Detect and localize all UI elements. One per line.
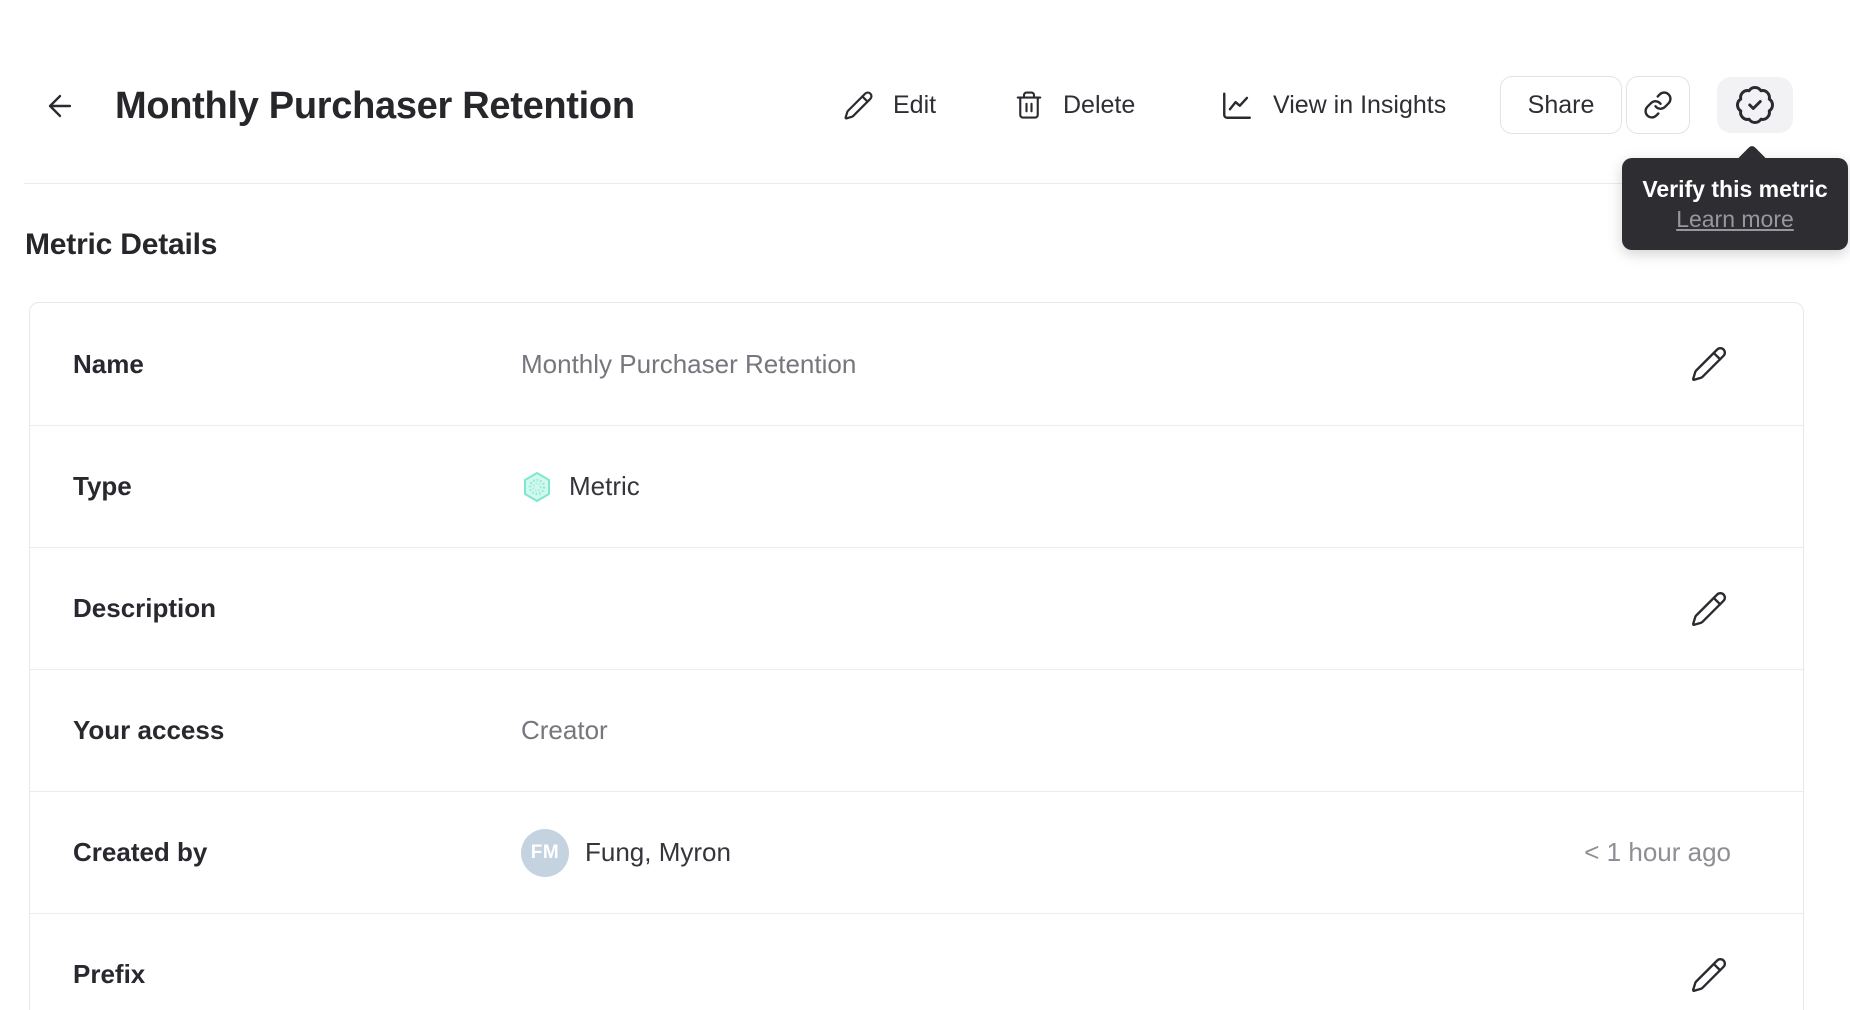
view-in-insights-label: View in Insights bbox=[1273, 90, 1447, 119]
row-value bbox=[521, 585, 1687, 633]
page-title: Monthly Purchaser Retention bbox=[115, 85, 635, 127]
verify-metric-button[interactable] bbox=[1717, 77, 1793, 133]
row-label: Name bbox=[73, 348, 144, 379]
line-chart-icon bbox=[1223, 92, 1251, 119]
table-row-name: Name Monthly Purchaser Retention bbox=[30, 303, 1803, 425]
edit-label: Edit bbox=[893, 90, 937, 119]
created-by-value: Fung, Myron bbox=[585, 837, 731, 867]
table-row-created-by: Created by FM Fung, Myron < 1 hour ago bbox=[30, 791, 1803, 913]
learn-more-link[interactable]: Learn more bbox=[1676, 206, 1794, 233]
view-in-insights-button[interactable]: View in Insights bbox=[1220, 75, 1446, 135]
metric-details-page: Monthly Purchaser Retention Edit Delete … bbox=[0, 0, 1850, 1010]
arrow-left-icon bbox=[48, 94, 72, 118]
trash-icon bbox=[1016, 91, 1042, 119]
created-timestamp: < 1 hour ago bbox=[1584, 837, 1731, 867]
row-label: Prefix bbox=[73, 959, 146, 989]
avatar: FM bbox=[521, 828, 569, 877]
share-button[interactable]: Share bbox=[1500, 76, 1622, 134]
tooltip-title: Verify this metric bbox=[1642, 175, 1828, 202]
back-button[interactable] bbox=[38, 86, 82, 126]
metric-hexagon-icon bbox=[524, 471, 550, 502]
edit-prefix-button[interactable] bbox=[1687, 953, 1731, 997]
pencil-icon bbox=[844, 91, 873, 119]
delete-label: Delete bbox=[1063, 90, 1136, 119]
row-value: Creator bbox=[521, 715, 608, 745]
table-row-prefix: Prefix bbox=[30, 913, 1803, 1010]
type-value: Metric bbox=[569, 471, 640, 501]
pencil-icon bbox=[1692, 957, 1726, 992]
link-icon bbox=[1644, 91, 1672, 119]
copy-link-button[interactable] bbox=[1626, 76, 1690, 134]
pencil-icon bbox=[1692, 591, 1726, 626]
delete-button[interactable]: Delete bbox=[1014, 75, 1135, 135]
verify-tooltip: Verify this metric Learn more bbox=[1622, 158, 1848, 250]
table-row-your-access: Your access Creator bbox=[30, 669, 1803, 791]
edit-description-button[interactable] bbox=[1687, 587, 1731, 631]
table-row-type: Type Metric bbox=[30, 425, 1803, 547]
row-label: Type bbox=[73, 471, 132, 501]
share-label: Share bbox=[1527, 90, 1595, 119]
section-heading: Metric Details bbox=[25, 228, 218, 261]
row-label: Description bbox=[73, 593, 217, 623]
row-label: Your access bbox=[73, 715, 225, 745]
row-label: Created by bbox=[73, 837, 208, 867]
table-row-description: Description bbox=[30, 547, 1803, 669]
verify-badge-icon bbox=[1736, 86, 1774, 124]
pencil-icon bbox=[1692, 347, 1726, 381]
edit-name-button[interactable] bbox=[1687, 342, 1731, 386]
metric-details-card: Name Monthly Purchaser Retention Type Me… bbox=[29, 302, 1804, 1010]
row-value: Monthly Purchaser Retention bbox=[521, 348, 857, 379]
row-value bbox=[521, 951, 1687, 999]
header-divider bbox=[24, 183, 1826, 184]
edit-button[interactable]: Edit bbox=[843, 75, 936, 135]
